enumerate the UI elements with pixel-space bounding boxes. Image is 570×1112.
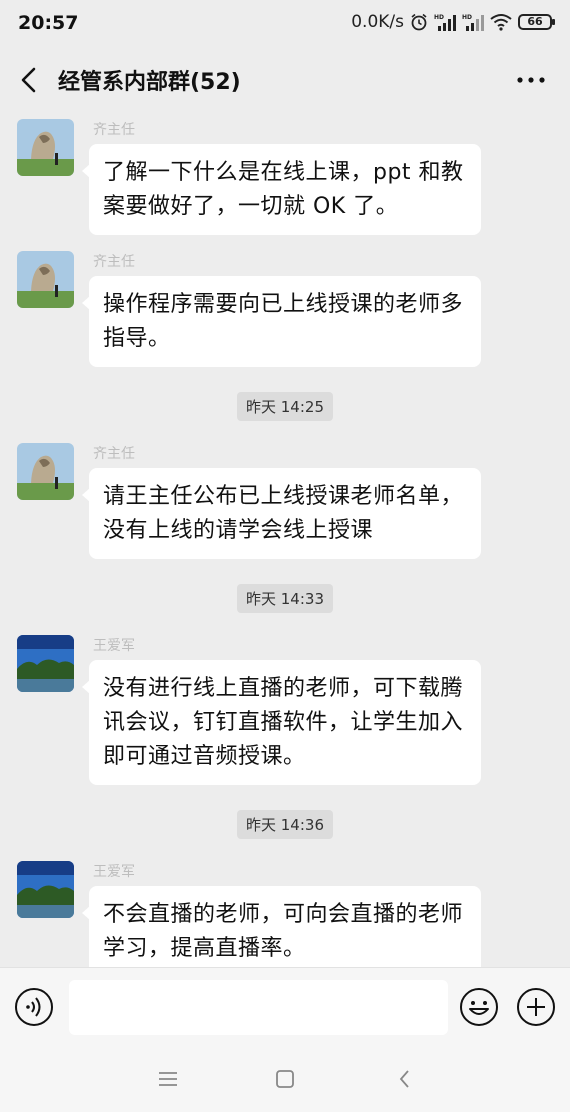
more-icon[interactable] (514, 66, 548, 94)
svg-text:HD: HD (462, 14, 472, 21)
network-speed: 0.0K/s (351, 12, 404, 32)
voice-icon[interactable] (14, 987, 54, 1027)
chat-area[interactable]: 齐主任 了解一下什么是在线上课，ppt 和教案要做好了，一切就 OK 了。 齐主… (0, 112, 570, 967)
message-input[interactable] (69, 980, 448, 1035)
system-nav-bar (0, 1045, 570, 1112)
signal-icon: HD (462, 14, 484, 31)
back-icon[interactable] (396, 1069, 414, 1089)
message-bubble[interactable]: 没有进行线上直播的老师，可下载腾讯会议，钉钉直播软件，让学生加入即可通过音频授课… (82, 660, 481, 785)
chevron-left-icon[interactable] (14, 64, 46, 96)
signal-icon: HD (434, 14, 456, 31)
message-bubble[interactable]: 请王主任公布已上线授课老师名单，没有上线的请学会线上授课 (82, 468, 481, 559)
sender-name: 齐主任 (93, 446, 135, 462)
timestamp: 昨天 14:36 (237, 810, 333, 839)
menu-icon[interactable] (157, 1069, 179, 1089)
avatar[interactable] (17, 635, 74, 692)
message-bubble[interactable]: 不会直播的老师，可向会直播的老师学习，提高直播率。 (82, 886, 481, 967)
home-icon[interactable] (274, 1069, 296, 1089)
status-time: 20:57 (18, 12, 79, 34)
plus-icon[interactable] (516, 987, 556, 1027)
timestamp: 昨天 14:25 (237, 392, 333, 421)
alarm-icon (411, 13, 427, 31)
avatar[interactable] (17, 443, 74, 500)
status-bar: 20:57 0.0K/s HD HD 66 (0, 0, 570, 48)
sender-name: 齐主任 (93, 122, 135, 138)
avatar[interactable] (17, 251, 74, 308)
sender-name: 王爱军 (93, 638, 135, 654)
timestamp: 昨天 14:33 (237, 584, 333, 613)
battery-icon: 66 (518, 14, 555, 30)
sender-name: 齐主任 (93, 254, 135, 270)
chat-header: 经管系内部群(52) (0, 48, 570, 112)
emoji-icon[interactable] (459, 987, 499, 1027)
page-title: 经管系内部群(52) (58, 70, 241, 95)
avatar[interactable] (17, 861, 74, 918)
status-icons: 0.0K/s HD HD 66 (351, 12, 555, 32)
input-bar (0, 967, 570, 1046)
wifi-icon (490, 14, 512, 31)
sender-name: 王爱军 (93, 864, 135, 880)
svg-text:HD: HD (434, 14, 444, 21)
message-bubble[interactable]: 了解一下什么是在线上课，ppt 和教案要做好了，一切就 OK 了。 (82, 144, 481, 235)
avatar[interactable] (17, 119, 74, 176)
message-bubble[interactable]: 操作程序需要向已上线授课的老师多指导。 (82, 276, 481, 367)
